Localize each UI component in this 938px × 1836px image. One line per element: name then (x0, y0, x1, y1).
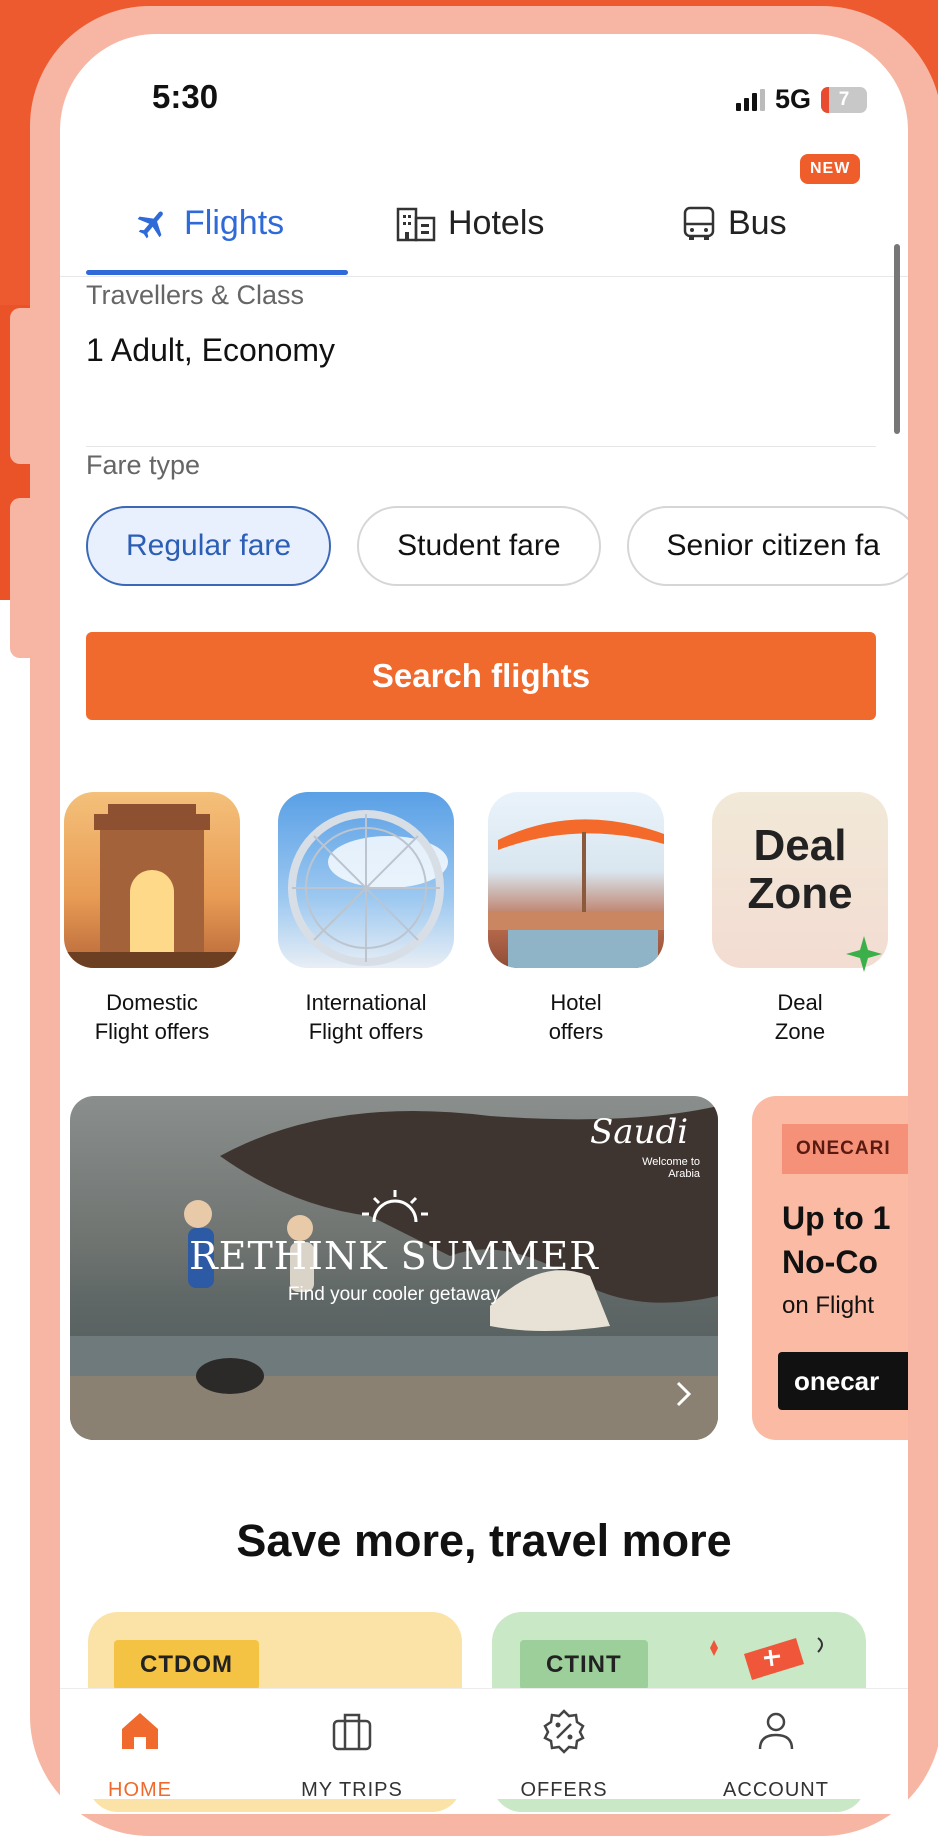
luggage-icon (332, 1713, 372, 1751)
hotel-offers-label: Hotel offers (476, 988, 676, 1046)
deal-zone-word-2: Zone (747, 869, 853, 918)
tab-flights-label: Flights (184, 204, 285, 242)
nav-my-trips[interactable]: MY TRIPS (272, 1699, 432, 1801)
tile-label-line: International (305, 990, 427, 1015)
tile-label-line: Domestic (106, 990, 198, 1015)
chevron-right-icon (676, 1381, 692, 1407)
battery-level: 7 (838, 88, 850, 110)
hotel-icon (396, 207, 436, 241)
nav-home-label: HOME (108, 1779, 172, 1801)
coupon-code-ctint: CTINT (520, 1640, 648, 1690)
tile-label-line: Flight offers (94, 1019, 210, 1044)
deal-zone-word-1: Deal (753, 821, 847, 870)
saudi-banner[interactable]: Saudi Welcome to Arabia RETHINK SUMMER F… (70, 1096, 718, 1440)
onecard-line3: on Flight (782, 1292, 875, 1319)
nav-home[interactable]: HOME (60, 1699, 220, 1801)
user-icon (758, 1712, 794, 1750)
status-time: 5:30 (152, 78, 219, 115)
tile-label-line: offers (548, 1019, 604, 1044)
umbrella-image (488, 819, 664, 968)
nav-account-label: ACCOUNT (723, 1779, 829, 1801)
fare-chip-student[interactable]: Student fare (357, 506, 601, 586)
onecard-line1: Up to 1 (782, 1200, 891, 1236)
nav-offers[interactable]: OFFERS (484, 1699, 644, 1801)
onecard-tag: ONECARI (782, 1124, 908, 1174)
saudi-logo: Saudi (590, 1112, 689, 1152)
signal-icon (736, 88, 765, 111)
bus-icon (683, 206, 715, 240)
tab-flights[interactable]: Flights (134, 204, 284, 243)
fare-type-label: Fare type (86, 450, 201, 480)
offer-badge-icon (543, 1709, 585, 1754)
ferris-wheel-image (288, 810, 448, 966)
tile-label-line: Zone (774, 1019, 826, 1044)
coupon-code-ctdom: CTDOM (114, 1640, 259, 1690)
fare-chip-senior[interactable]: Senior citizen fa (626, 506, 908, 586)
travellers-value[interactable]: 1 Adult, Economy (86, 332, 335, 369)
onecard-brand: onecar (778, 1352, 908, 1410)
home-icon (122, 1713, 158, 1749)
tile-label-line: Flight offers (308, 1019, 424, 1044)
tile-label-line: Hotel (550, 990, 602, 1015)
search-flights-button[interactable]: Search flights (86, 632, 876, 720)
airplane-icon (137, 211, 163, 238)
onecard-banner[interactable]: ONECARI Up to 1 No-Co on Flight onecar (752, 1096, 908, 1440)
international-offers-label: International Flight offers (266, 988, 466, 1046)
status-indicators: 5G 7 (736, 84, 868, 115)
bottom-navigation: HOME MY TRIPS OFFERS ACCOUNT (60, 1688, 908, 1801)
tab-bus-label: Bus (728, 204, 787, 242)
battery-icon: 7 (821, 86, 868, 113)
domestic-offers-label: Domestic Flight offers (60, 988, 252, 1046)
divider (86, 446, 876, 447)
active-tab-indicator (86, 270, 348, 275)
india-gate-image (64, 804, 240, 968)
banner-subline: Find your cooler getaway (287, 1284, 501, 1305)
product-tabs: Flights Hotels Bus (60, 184, 908, 277)
ticket-icon (710, 1637, 823, 1680)
domestic-offers-tile[interactable] (64, 792, 240, 968)
sparkle-icon (846, 936, 882, 972)
nav-my-trips-label: MY TRIPS (301, 1779, 403, 1801)
deal-zone-tile-text: Deal Zone (712, 822, 888, 918)
sun-icon (362, 1190, 428, 1223)
tile-label-line: Deal (777, 990, 823, 1015)
nav-account[interactable]: ACCOUNT (696, 1699, 856, 1801)
saudi-logo-sub: Welcome to Arabia (642, 1156, 700, 1180)
tab-hotels-label: Hotels (448, 204, 545, 242)
section-title: Save more, travel more (236, 1515, 732, 1566)
banner-headline: RETHINK SUMMER (189, 1234, 599, 1278)
new-badge: NEW (800, 154, 861, 184)
scrollbar[interactable] (894, 244, 900, 434)
international-offers-tile[interactable] (278, 792, 454, 968)
fare-type-options: Regular fare Student fare Senior citizen… (86, 506, 908, 586)
fare-chip-regular[interactable]: Regular fare (86, 506, 332, 586)
deal-zone-label: Deal Zone (700, 988, 900, 1046)
app-screen: 5:30 5G 7 Flights Hotels Bus NEW Travell… (60, 34, 908, 1814)
nav-offers-label: OFFERS (520, 1779, 608, 1801)
onecard-line2: No-Co (782, 1244, 878, 1280)
travellers-label: Travellers & Class (86, 280, 305, 310)
tab-bus[interactable]: Bus (682, 204, 787, 243)
tab-hotels[interactable]: Hotels (396, 204, 544, 243)
network-type: 5G (775, 84, 812, 114)
hotel-offers-tile[interactable] (488, 792, 664, 968)
